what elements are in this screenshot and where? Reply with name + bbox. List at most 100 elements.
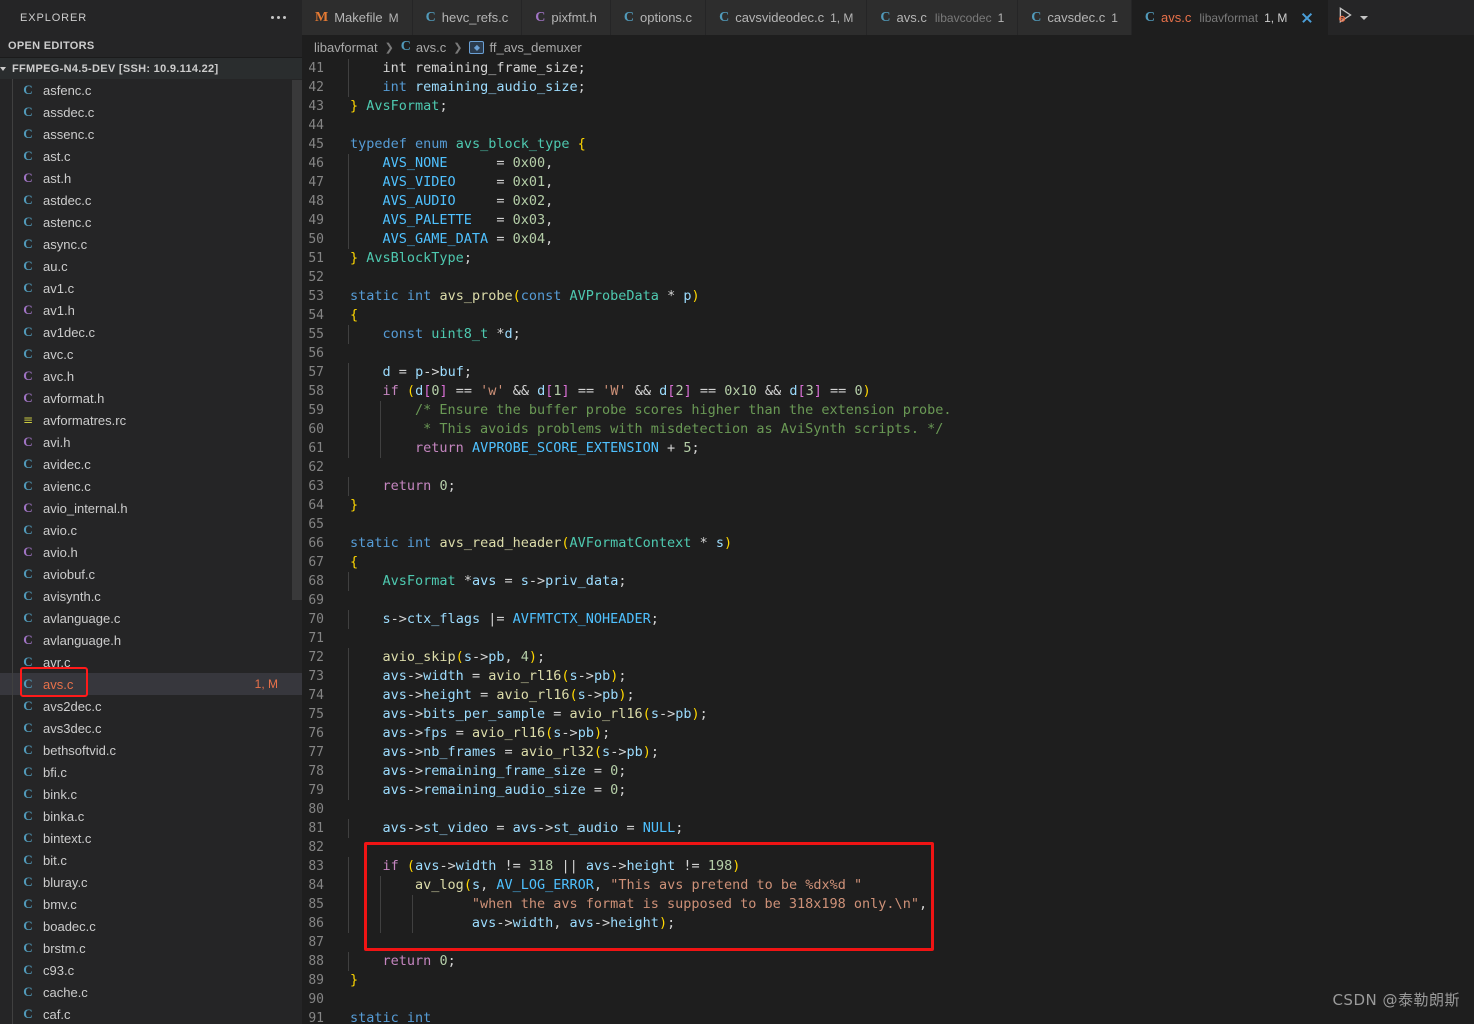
code-line[interactable]: 58 if (d[0] == 'w' && d[1] == 'W' && d[2… xyxy=(302,382,1474,401)
file-tree-item[interactable]: Cbmv.c xyxy=(0,893,302,915)
code-line[interactable]: 41 int remaining_frame_size; xyxy=(302,59,1474,78)
code-line[interactable]: 56 xyxy=(302,344,1474,363)
code-line[interactable]: 51} AvsBlockType; xyxy=(302,249,1474,268)
file-tree-item[interactable]: Cbrstm.c xyxy=(0,937,302,959)
code-line[interactable]: 60 * This avoids problems with misdetect… xyxy=(302,420,1474,439)
file-tree-item[interactable]: Cau.c xyxy=(0,255,302,277)
code-line[interactable]: 85 "when the avs format is supposed to b… xyxy=(302,895,1474,914)
file-tree-item[interactable]: Cav1dec.c xyxy=(0,321,302,343)
sidebar-scrollbar[interactable] xyxy=(292,80,302,600)
code-line[interactable]: 62 xyxy=(302,458,1474,477)
file-tree-item[interactable]: ≡ avformatres.rc xyxy=(0,409,302,431)
file-tree-item[interactable]: Cavienc.c xyxy=(0,475,302,497)
file-tree-item[interactable]: Cbinka.c xyxy=(0,805,302,827)
code-line[interactable]: 49 AVS_PALETTE = 0x03, xyxy=(302,211,1474,230)
file-tree-item[interactable]: Cavio_internal.h xyxy=(0,497,302,519)
file-tree-item[interactable]: Cavio.h xyxy=(0,541,302,563)
editor-tab-Makefile[interactable]: M Makefile M xyxy=(302,0,413,35)
file-tree-item[interactable]: Cavc.c xyxy=(0,343,302,365)
code-line[interactable]: 43} AvsFormat; xyxy=(302,97,1474,116)
file-tree-item[interactable]: Cbink.c xyxy=(0,783,302,805)
file-tree-item[interactable]: Castenc.c xyxy=(0,211,302,233)
code-line[interactable]: 52 xyxy=(302,268,1474,287)
file-tree-item[interactable]: Cavidec.c xyxy=(0,453,302,475)
file-tree-item[interactable]: Casfenc.c xyxy=(0,79,302,101)
file-tree-item[interactable]: Cavio.c xyxy=(0,519,302,541)
code-line[interactable]: 48 AVS_AUDIO = 0x02, xyxy=(302,192,1474,211)
code-line[interactable]: 73 avs->width = avio_rl16(s->pb); xyxy=(302,667,1474,686)
file-tree-item[interactable]: Cc93.c xyxy=(0,959,302,981)
code-line[interactable]: 75 avs->bits_per_sample = avio_rl16(s->p… xyxy=(302,705,1474,724)
file-tree-item[interactable]: Cbfi.c xyxy=(0,761,302,783)
code-line[interactable]: 61 return AVPROBE_SCORE_EXTENSION + 5; xyxy=(302,439,1474,458)
code-line[interactable]: 44 xyxy=(302,116,1474,135)
file-tree-item[interactable]: Caviobuf.c xyxy=(0,563,302,585)
editor-tab-cavsvideodec-c[interactable]: Ccavsvideodec.c 1, M xyxy=(706,0,868,35)
file-tree-item[interactable]: Cbethsoftvid.c xyxy=(0,739,302,761)
code-line[interactable]: 77 avs->nb_frames = avio_rl32(s->pb); xyxy=(302,743,1474,762)
code-line[interactable]: 88 return 0; xyxy=(302,952,1474,971)
code-line[interactable]: 67 { xyxy=(302,553,1474,572)
file-tree-item[interactable]: Cavlanguage.h xyxy=(0,629,302,651)
code-lines[interactable]: 41 int remaining_frame_size; 42 int remai… xyxy=(302,59,1474,1024)
file-tree-item[interactable]: Cavr.c xyxy=(0,651,302,673)
file-tree-item[interactable]: Cavi.h xyxy=(0,431,302,453)
code-line[interactable]: 90 xyxy=(302,990,1474,1009)
code-line[interactable]: 68 AvsFormat *avs = s->priv_data; xyxy=(302,572,1474,591)
code-line[interactable]: 47 AVS_VIDEO = 0x01, xyxy=(302,173,1474,192)
code-line[interactable]: 78 avs->remaining_frame_size = 0; xyxy=(302,762,1474,781)
more-actions-icon[interactable] xyxy=(263,10,294,25)
file-tree-item[interactable]: Cav1.c xyxy=(0,277,302,299)
file-tree-item[interactable]: Casync.c xyxy=(0,233,302,255)
code-line[interactable]: 76 avs->fps = avio_rl16(s->pb); xyxy=(302,724,1474,743)
editor-tab-hevc_refs-c[interactable]: Chevc_refs.c xyxy=(412,0,523,35)
code-line[interactable]: 91 static int xyxy=(302,1009,1474,1024)
code-line[interactable]: 55 const uint8_t *d; xyxy=(302,325,1474,344)
code-line[interactable]: 81 avs->st_video = avs->st_audio = NULL; xyxy=(302,819,1474,838)
file-tree-item[interactable]: Ccaf.c xyxy=(0,1003,302,1024)
editor-tab-options-c[interactable]: Coptions.c xyxy=(610,0,707,35)
file-tree-item[interactable]: Cavc.h xyxy=(0,365,302,387)
code-line[interactable]: 59 /* Ensure the buffer probe scores hig… xyxy=(302,401,1474,420)
editor-actions[interactable] xyxy=(1329,0,1377,35)
code-line[interactable]: 66 static int avs_read_header(AVFormatCon… xyxy=(302,534,1474,553)
file-tree-item[interactable]: Cavs2dec.c xyxy=(0,695,302,717)
file-tree-item[interactable]: Cavisynth.c xyxy=(0,585,302,607)
file-tree-item[interactable]: Cavs3dec.c xyxy=(0,717,302,739)
code-line[interactable]: 63 return 0; xyxy=(302,477,1474,496)
code-line[interactable]: 53 static int avs_probe(const AVProbeData… xyxy=(302,287,1474,306)
file-tree-item[interactable]: Cbintext.c xyxy=(0,827,302,849)
code-line[interactable]: 69 xyxy=(302,591,1474,610)
file-tree-item[interactable]: Cast.c xyxy=(0,145,302,167)
code-line[interactable]: 86 avs->width, avs->height); xyxy=(302,914,1474,933)
code-line[interactable]: 82 xyxy=(302,838,1474,857)
file-tree-item[interactable]: Cast.h xyxy=(0,167,302,189)
code-line[interactable]: 89} xyxy=(302,971,1474,990)
editor-tab-cavsdec-c[interactable]: Ccavsdec.c 1 xyxy=(1018,0,1132,35)
file-tree-item[interactable]: Cbit.c xyxy=(0,849,302,871)
code-line[interactable]: 50 AVS_GAME_DATA = 0x04, xyxy=(302,230,1474,249)
breadcrumb[interactable]: libavformat ❯ C avs.c ❯ ◆ ff_avs_demuxer xyxy=(302,35,1474,59)
editor-tab-pixfmt-h[interactable]: Cpixfmt.h xyxy=(522,0,611,35)
breadcrumb-folder[interactable]: libavformat xyxy=(314,40,378,55)
code-viewport[interactable]: 41 int remaining_frame_size; 42 int remai… xyxy=(302,59,1474,1024)
section-project-root[interactable]: FFMPEG-N4.5-DEV [SSH: 10.9.114.22] xyxy=(0,57,302,79)
breadcrumb-file[interactable]: avs.c xyxy=(416,40,446,55)
code-line[interactable]: 74 avs->height = avio_rl16(s->pb); xyxy=(302,686,1474,705)
breadcrumb-symbol[interactable]: ff_avs_demuxer xyxy=(489,40,581,55)
code-line[interactable]: 65 xyxy=(302,515,1474,534)
code-line[interactable]: 42 int remaining_audio_size; xyxy=(302,78,1474,97)
code-line[interactable]: 84 av_log(s, AV_LOG_ERROR, "This avs pre… xyxy=(302,876,1474,895)
file-tree[interactable]: Casfenc.c Cassdec.c Cassenc.c Cast.c Cast.h C… xyxy=(0,79,302,1024)
file-tree-item[interactable]: Cboadec.c xyxy=(0,915,302,937)
file-tree-item[interactable]: Castdec.c xyxy=(0,189,302,211)
editor-tab-avs-c[interactable]: Cavs.c libavformat 1, M xyxy=(1131,0,1330,35)
code-line[interactable]: 54 { xyxy=(302,306,1474,325)
file-tree-item[interactable]: Ccache.c xyxy=(0,981,302,1003)
file-tree-item[interactable]: Cbluray.c xyxy=(0,871,302,893)
code-line[interactable]: 71 xyxy=(302,629,1474,648)
code-line[interactable]: 72 avio_skip(s->pb, 4); xyxy=(302,648,1474,667)
code-line[interactable]: 87 xyxy=(302,933,1474,952)
code-line[interactable]: 70 s->ctx_flags |= AVFMTCTX_NOHEADER; xyxy=(302,610,1474,629)
file-tree-item[interactable]: Cassenc.c xyxy=(0,123,302,145)
